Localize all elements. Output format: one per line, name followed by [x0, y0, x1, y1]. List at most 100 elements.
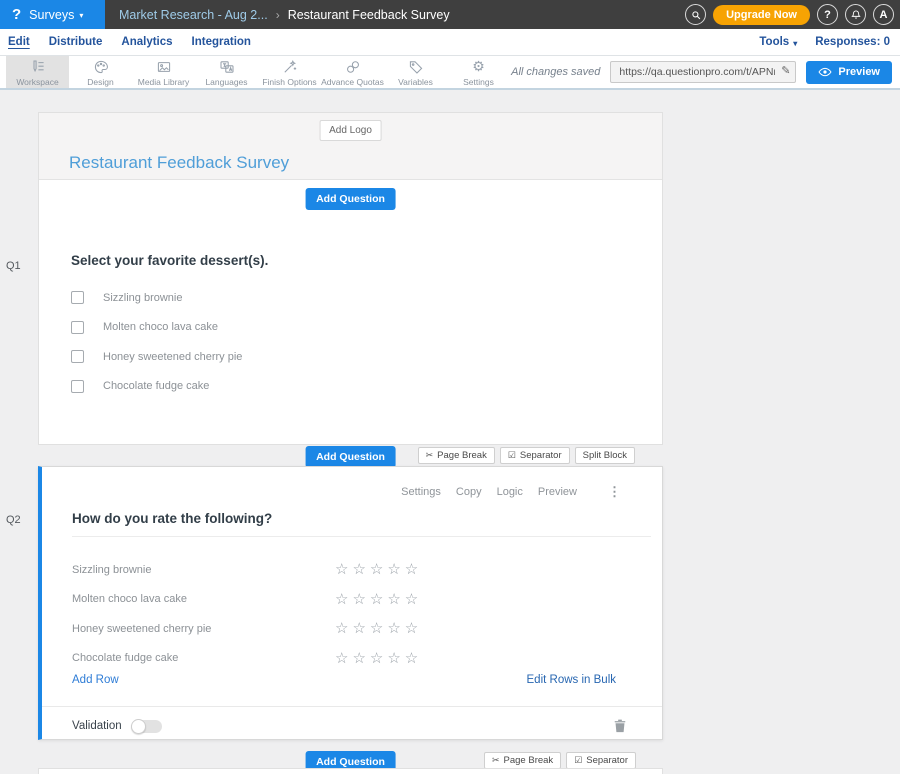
option-row: Sizzling brownie [71, 283, 632, 313]
toolbar-item-languages[interactable]: Languages [195, 56, 258, 88]
star-rating[interactable]: ☆☆☆☆☆ [335, 651, 422, 666]
toolbar-item-label: Advance Quotas [321, 77, 384, 87]
option-row: Chocolate fudge cake [71, 372, 632, 402]
survey-title[interactable]: Restaurant Feedback Survey [69, 153, 289, 173]
toolbar-item-label: Workspace [16, 77, 58, 87]
q2-preview-action[interactable]: Preview [538, 486, 577, 498]
add-question-button-mid[interactable]: Add Question [305, 446, 396, 468]
search-button[interactable] [685, 4, 706, 25]
toolbar-item-label: Languages [205, 77, 247, 87]
help-button[interactable]: ? [817, 4, 838, 25]
rating-row-label: Sizzling brownie [72, 564, 335, 576]
star-rating[interactable]: ☆☆☆☆☆ [335, 592, 422, 607]
option-label: Chocolate fudge cake [103, 380, 209, 392]
survey-block-1: Add Logo Restaurant Feedback Survey Add … [38, 112, 663, 445]
bell-icon [850, 9, 862, 21]
topbar-actions: Upgrade Now ? A [685, 4, 900, 25]
questionpro-logo-icon: ? [12, 7, 21, 22]
edit-rows-in-bulk-link[interactable]: Edit Rows in Bulk [527, 674, 616, 686]
help-icon: ? [824, 9, 831, 21]
translate-icon [219, 59, 235, 75]
toolbar-item-design[interactable]: Design [69, 56, 132, 88]
page-break-label: Page Break [437, 450, 487, 461]
toolbar-item-label: Finish Options [262, 77, 316, 87]
q2-footer: Validation [72, 717, 626, 735]
tab-edit[interactable]: Edit [8, 34, 30, 50]
rating-row: Molten choco lava cake ☆☆☆☆☆ [72, 585, 617, 615]
breadcrumb-survey-name[interactable]: Restaurant Feedback Survey [288, 8, 450, 22]
add-logo-button[interactable]: Add Logo [319, 120, 382, 141]
toolbar-item-finish-options[interactable]: Finish Options [258, 56, 321, 88]
add-question-button-top[interactable]: Add Question [305, 188, 396, 210]
rating-row-label: Chocolate fudge cake [72, 652, 335, 664]
logo-area[interactable]: ? Surveys ▾ [0, 0, 105, 29]
survey-url-wrap: ✎ [610, 61, 796, 83]
responses-count[interactable]: Responses: 0 [815, 36, 890, 48]
delete-question-button[interactable] [614, 719, 626, 733]
insert-bar-2: Add Question ✂ Page Break ☑ Separator [38, 751, 663, 769]
toolbar-item-label: Settings [463, 77, 494, 87]
notifications-button[interactable] [845, 4, 866, 25]
survey-url-input[interactable] [610, 61, 796, 83]
star-rating[interactable]: ☆☆☆☆☆ [335, 621, 422, 636]
tools-menu-label: Tools [759, 36, 789, 48]
toolbar-item-label: Variables [398, 77, 433, 87]
upgrade-now-button[interactable]: Upgrade Now [713, 5, 810, 25]
toolbar-item-media-library[interactable]: Media Library [132, 56, 195, 88]
option-label: Sizzling brownie [103, 292, 182, 304]
page-break-button[interactable]: ✂ Page Break [418, 447, 495, 464]
toolbar-right: All changes saved ✎ Preview [511, 56, 900, 88]
add-row-link[interactable]: Add Row [72, 674, 119, 686]
option-label: Molten choco lava cake [103, 321, 218, 333]
q2-logic-action[interactable]: Logic [497, 486, 523, 498]
more-options-icon[interactable]: ⋮ [608, 484, 621, 500]
workspace-icon [30, 59, 46, 75]
insert-options: ✂ Page Break ☑ Separator Split Block [418, 447, 635, 464]
toolbar-item-label: Media Library [138, 77, 190, 87]
q1-options-list: Sizzling brownie Molten choco lava cake … [71, 283, 632, 401]
tab-analytics[interactable]: Analytics [121, 34, 172, 50]
q2-settings-action[interactable]: Settings [401, 486, 441, 498]
edit-url-icon[interactable]: ✎ [781, 64, 790, 77]
page-break-button[interactable]: ✂ Page Break [484, 752, 561, 769]
checkbox[interactable] [71, 321, 84, 334]
scissors-icon: ✂ [492, 755, 500, 766]
surveys-menu[interactable]: Surveys ▾ [29, 8, 83, 22]
q1-question-text[interactable]: Select your favorite dessert(s). [71, 253, 268, 268]
q2-action-menu: Settings Copy Logic Preview ⋮ [401, 484, 621, 500]
section-nav-right: Tools ▾ Responses: 0 [759, 36, 890, 48]
option-label: Honey sweetened cherry pie [103, 351, 242, 363]
rating-row: Honey sweetened cherry pie ☆☆☆☆☆ [72, 614, 617, 644]
q2-copy-action[interactable]: Copy [456, 486, 482, 498]
tab-distribute[interactable]: Distribute [49, 34, 103, 50]
toolbar-item-label: Design [87, 77, 113, 87]
checkbox[interactable] [71, 350, 84, 363]
separator-icon: ☑ [574, 755, 582, 766]
toolbar-item-advance-quotas[interactable]: Advance Quotas [321, 56, 384, 88]
toolbar-item-variables[interactable]: Variables [384, 56, 447, 88]
preview-button[interactable]: Preview [806, 61, 892, 84]
tools-menu[interactable]: Tools ▾ [759, 36, 797, 48]
account-avatar[interactable]: A [873, 4, 894, 25]
tab-integration[interactable]: Integration [192, 34, 251, 50]
separator-button[interactable]: ☑ Separator [500, 447, 570, 464]
question-number-q1: Q1 [6, 260, 21, 272]
toolbar-item-workspace[interactable]: Workspace [6, 56, 69, 88]
toolbar-item-settings[interactable]: ⚙ Settings [447, 56, 510, 88]
rating-row-label: Molten choco lava cake [72, 593, 335, 605]
q2-question-text[interactable]: How do you rate the following? [72, 511, 651, 537]
chain-link-icon [345, 59, 361, 75]
toggle-knob [131, 719, 146, 734]
section-tabs: Edit Distribute Analytics Integration [8, 34, 251, 50]
checkbox[interactable] [71, 380, 84, 393]
separator-button[interactable]: ☑ Separator [566, 752, 636, 769]
checkbox[interactable] [71, 291, 84, 304]
star-rating[interactable]: ☆☆☆☆☆ [335, 562, 422, 577]
section-nav: Edit Distribute Analytics Integration To… [0, 29, 900, 56]
breadcrumb-folder[interactable]: Market Research - Aug 2... [119, 8, 268, 22]
validation-toggle[interactable] [132, 720, 162, 733]
eye-icon [818, 67, 832, 77]
trash-icon [614, 719, 626, 733]
split-block-button[interactable]: Split Block [575, 447, 635, 464]
breadcrumb: Market Research - Aug 2... › Restaurant … [119, 8, 450, 22]
